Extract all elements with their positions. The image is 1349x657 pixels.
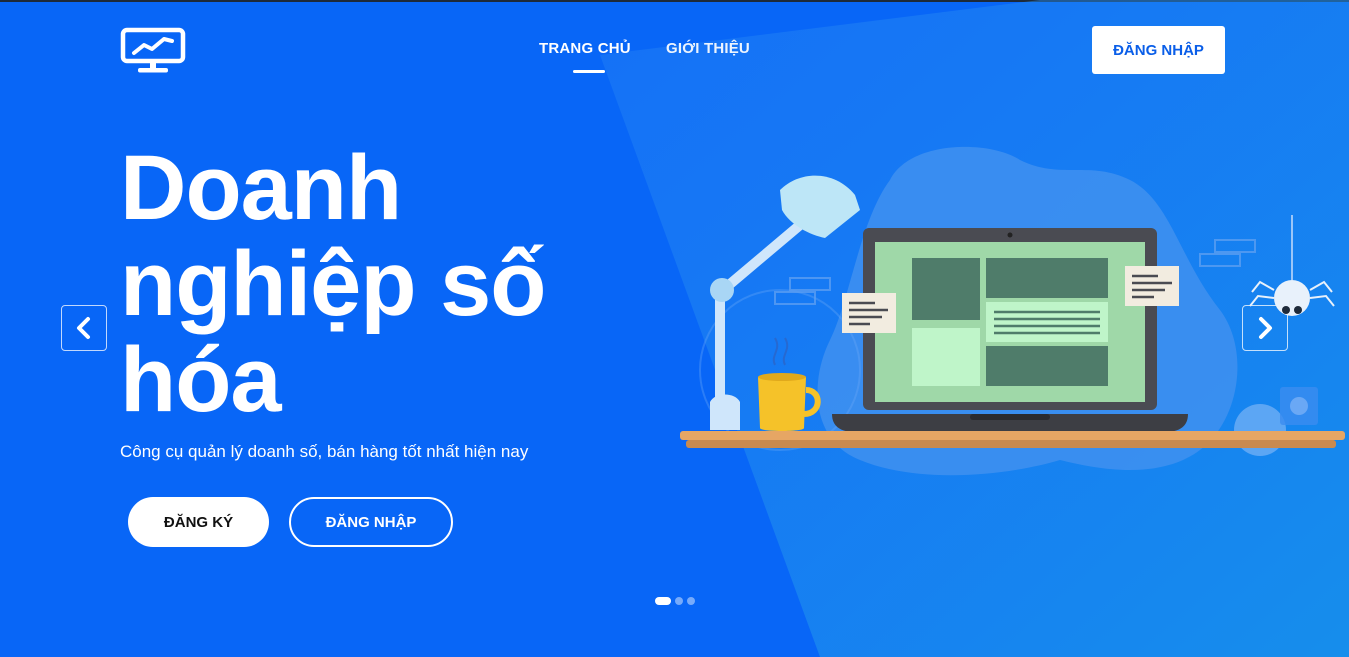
hero-title-line-1: Doanh: [120, 137, 402, 239]
carousel-dot[interactable]: [655, 597, 671, 605]
carousel-prev-button[interactable]: [61, 305, 107, 351]
hero-title: Doanh nghiệp số hóa: [120, 140, 640, 428]
chevron-left-icon: [77, 317, 90, 339]
nav-home[interactable]: TRANG CHỦ: [539, 40, 631, 57]
nav-active-indicator: [573, 70, 605, 73]
hero-title-line-2: nghiệp số: [120, 233, 546, 335]
hero-login-button[interactable]: ĐĂNG NHẬP: [289, 497, 453, 547]
hero-subtitle: Công cụ quản lý doanh số, bán hàng tốt n…: [120, 442, 529, 461]
laptop-desk-illustration: [680, 146, 1345, 476]
carousel-dot[interactable]: [687, 597, 695, 605]
hero-title-line-3: hóa: [120, 329, 282, 431]
nav-about[interactable]: GIỚI THIỆU: [666, 40, 750, 57]
register-button[interactable]: ĐĂNG KÝ: [128, 497, 269, 547]
carousel-dot[interactable]: [675, 597, 683, 605]
carousel-indicators: [655, 597, 695, 605]
header-login-button[interactable]: ĐĂNG NHẬP: [1092, 26, 1225, 74]
